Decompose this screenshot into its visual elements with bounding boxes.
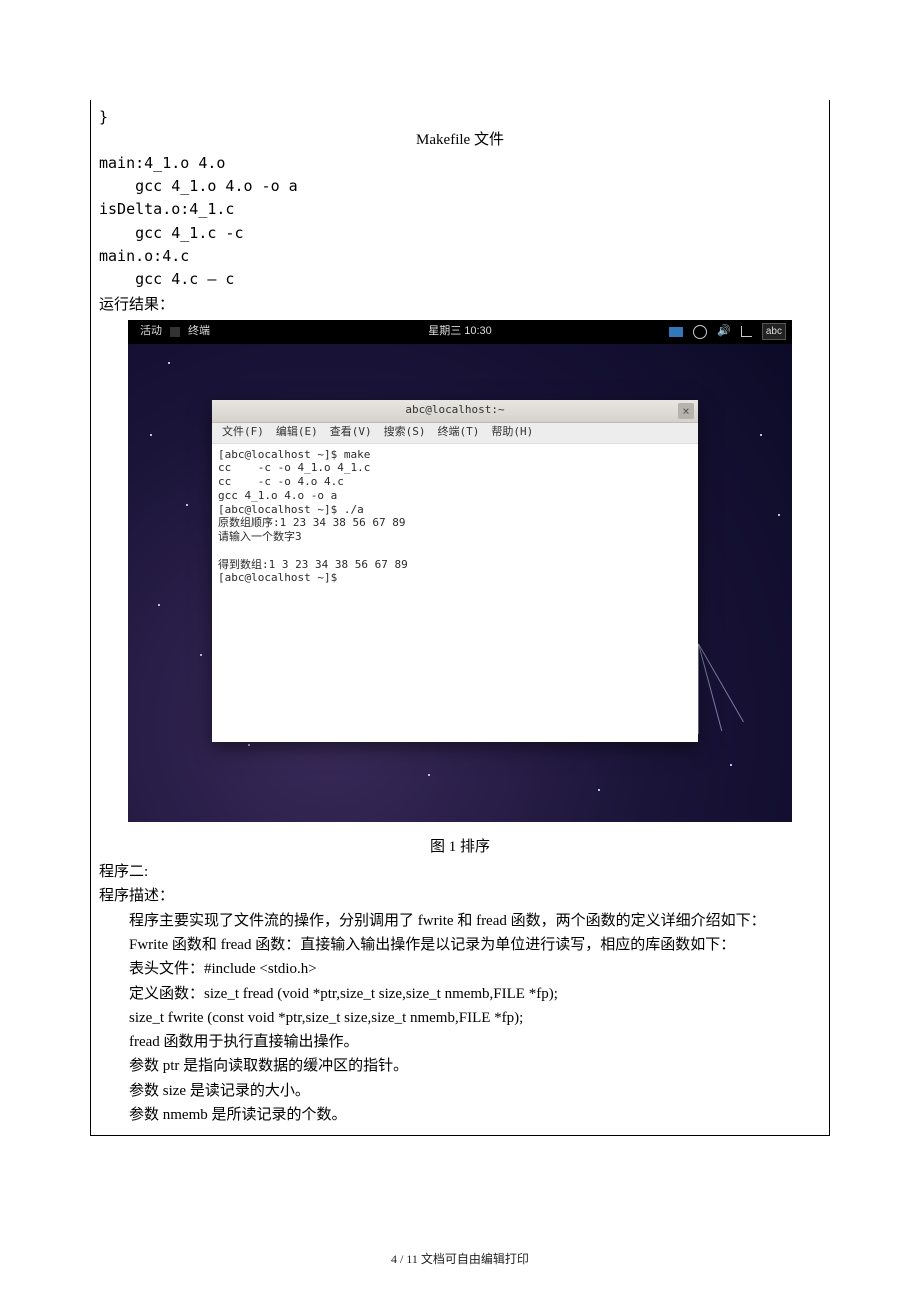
menu-edit[interactable]: 编辑(E) [276, 424, 318, 441]
line-p3: 程序主要实现了文件流的操作，分别调用了 fwrite 和 fread 函数，两个… [99, 909, 821, 933]
activities-button[interactable]: 活动 [140, 323, 162, 340]
terminal-menubar: 文件(F) 编辑(E) 查看(V) 搜索(S) 终端(T) 帮助(H) [212, 423, 698, 444]
makefile-line-1: main:4_1.o 4.o [99, 152, 821, 175]
run-result-label: 运行结果： [99, 293, 821, 317]
line-p4: Fwrite 函数和 fread 函数：直接输入输出操作是以记录为单位进行读写，… [99, 933, 821, 957]
accessibility-icon[interactable] [693, 325, 707, 339]
makefile-line-3: isDelta.o:4_1.c [99, 198, 821, 221]
line-p10: 参数 size 是读记录的大小。 [99, 1079, 821, 1103]
menu-file[interactable]: 文件(F) [222, 424, 264, 441]
gnome-topbar: 活动 终端 星期三 10:30 🔊 abc [128, 320, 792, 344]
line-p11: 参数 nmemb 是所读记录的个数。 [99, 1103, 821, 1127]
document-page: } Makefile 文件 main:4_1.o 4.o gcc 4_1.o 4… [0, 0, 920, 1302]
makefile-line-2: gcc 4_1.o 4.o -o a [99, 175, 821, 198]
body-text: 程序二: 程序描述： 程序主要实现了文件流的操作，分别调用了 fwrite 和 … [99, 860, 821, 1127]
terminal-window[interactable]: abc@localhost:~ × 文件(F) 编辑(E) 查看(V) 搜索(S… [212, 400, 698, 742]
terminal-app-icon [170, 327, 180, 337]
line-p6: 定义函数：size_t fread (void *ptr,size_t size… [99, 982, 821, 1006]
figure-caption: 图 1 排序 [99, 830, 821, 861]
terminal-title-text: abc@localhost:~ [405, 402, 504, 419]
network-icon[interactable] [741, 326, 752, 337]
content-box: } Makefile 文件 main:4_1.o 4.o gcc 4_1.o 4… [90, 100, 830, 1136]
terminal-output[interactable]: [abc@localhost ~]$ make cc -c -o 4_1.o 4… [212, 444, 698, 742]
line-program-2: 程序二: [99, 864, 148, 880]
line-p5: 表头文件：#include <stdio.h> [99, 957, 821, 981]
ime-indicator[interactable]: abc [762, 323, 786, 340]
system-tray: 🔊 abc [669, 323, 786, 340]
volume-icon[interactable]: 🔊 [717, 323, 731, 340]
makefile-line-6: gcc 4.c – c [99, 268, 821, 291]
makefile-heading: Makefile 文件 [99, 129, 821, 152]
menu-search[interactable]: 搜索(S) [384, 424, 426, 441]
close-icon[interactable]: × [678, 403, 694, 419]
line-p7: size_t fwrite (const void *ptr,size_t si… [99, 1006, 821, 1030]
menu-terminal[interactable]: 终端(T) [438, 424, 480, 441]
code-closing-brace: } [99, 106, 821, 129]
line-p9: 参数 ptr 是指向读取数据的缓冲区的指针。 [99, 1054, 821, 1078]
makefile-line-4: gcc 4_1.c -c [99, 222, 821, 245]
line-description-label: 程序描述： [99, 888, 174, 904]
embedded-screenshot: 活动 终端 星期三 10:30 🔊 abc [128, 320, 792, 822]
line-p8: fread 函数用于执行直接输出操作。 [99, 1030, 821, 1054]
files-tray-icon[interactable] [669, 327, 683, 337]
terminal-titlebar[interactable]: abc@localhost:~ × [212, 400, 698, 423]
app-name-label[interactable]: 终端 [188, 323, 210, 340]
menu-view[interactable]: 查看(V) [330, 424, 372, 441]
page-footer: 4 / 11 文档可自由编辑打印 [0, 1250, 920, 1268]
menu-help[interactable]: 帮助(H) [491, 424, 533, 441]
desktop-wallpaper: abc@localhost:~ × 文件(F) 编辑(E) 查看(V) 搜索(S… [128, 344, 792, 822]
makefile-line-5: main.o:4.c [99, 245, 821, 268]
